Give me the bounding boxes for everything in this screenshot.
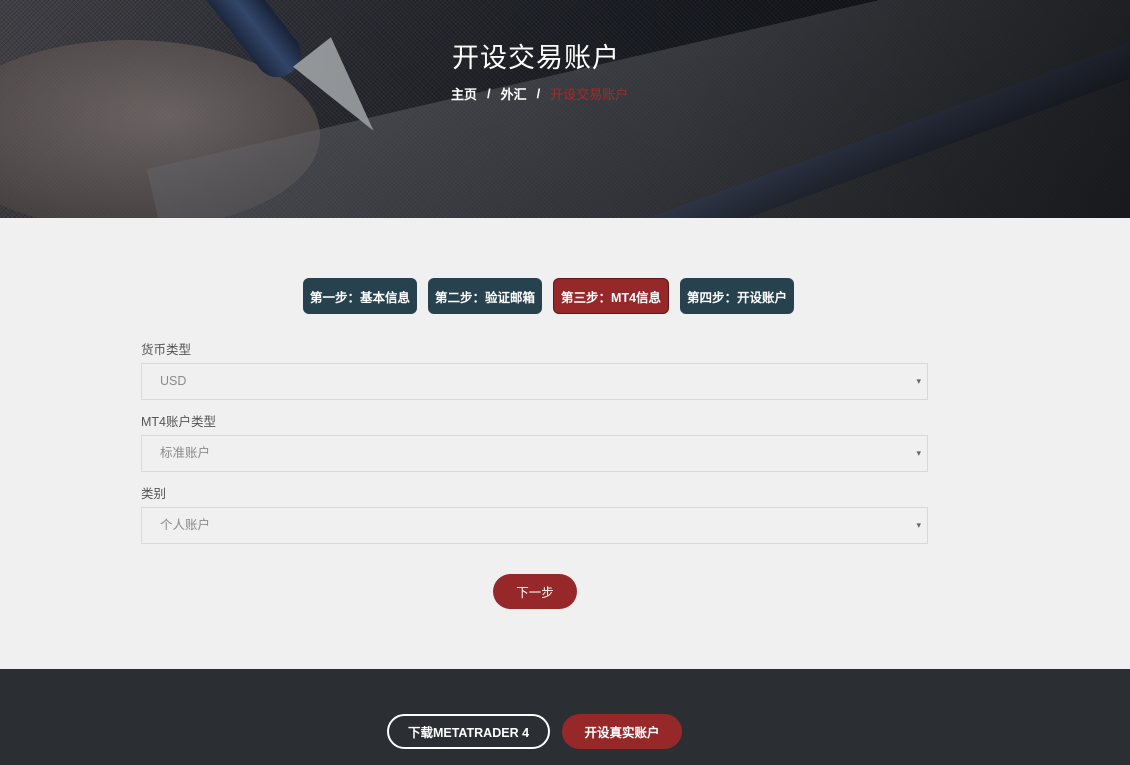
page-title: 开设交易账户 — [452, 43, 620, 73]
category-group: 类别 个人账户 ▾ — [141, 485, 928, 544]
currency-select[interactable]: USD ▾ — [141, 363, 928, 400]
hero-overlay — [0, 0, 1130, 218]
currency-select-value: USD — [160, 374, 187, 388]
step-tabs: 第一步：基本信息 第二步：验证邮箱 第三步：MT4信息 第四步：开设账户 — [303, 278, 795, 314]
step-4-open-account[interactable]: 第四步：开设账户 — [680, 278, 795, 314]
category-label: 类别 — [141, 487, 167, 501]
breadcrumb-current: 开设交易账户 — [550, 87, 629, 102]
currency-group: 货币类型 USD ▾ — [141, 341, 928, 400]
footer-bar: 下载METATRADER 4 开设真实账户 — [0, 669, 1130, 765]
account-type-select[interactable]: 标准账户 ▾ — [141, 435, 928, 472]
step-3-mt4-info[interactable]: 第三步：MT4信息 — [553, 278, 670, 314]
breadcrumb-separator: / — [487, 86, 491, 101]
download-mt4-button[interactable]: 下载METATRADER 4 — [387, 714, 550, 749]
account-type-select-value: 标准账户 — [160, 446, 211, 460]
mt4-info-form: 货币类型 USD ▾ MT4账户类型 标准账户 ▾ 类别 个人账户 ▾ — [141, 341, 928, 557]
step-1-basic-info[interactable]: 第一步：基本信息 — [303, 278, 418, 314]
currency-label: 货币类型 — [141, 343, 192, 357]
chevron-down-icon: ▾ — [916, 520, 921, 530]
hero-banner: 开设交易账户 主页 / 外汇 / 开设交易账户 — [0, 0, 1130, 218]
next-step-button[interactable]: 下一步 — [493, 574, 577, 609]
breadcrumb-separator: / — [536, 86, 541, 101]
chevron-down-icon: ▾ — [916, 448, 921, 458]
category-select-value: 个人账户 — [160, 518, 211, 532]
chevron-down-icon: ▾ — [916, 376, 921, 386]
account-type-label: MT4账户类型 — [141, 415, 217, 429]
step-2-verify-email[interactable]: 第二步：验证邮箱 — [428, 278, 543, 314]
account-type-group: MT4账户类型 标准账户 ▾ — [141, 413, 928, 472]
open-real-account-button[interactable]: 开设真实账户 — [562, 714, 682, 749]
category-select[interactable]: 个人账户 ▾ — [141, 507, 928, 544]
breadcrumb: 主页 / 外汇 / 开设交易账户 — [451, 84, 628, 103]
breadcrumb-home-link[interactable]: 主页 — [451, 84, 477, 103]
breadcrumb-forex-link[interactable]: 外汇 — [501, 84, 527, 103]
